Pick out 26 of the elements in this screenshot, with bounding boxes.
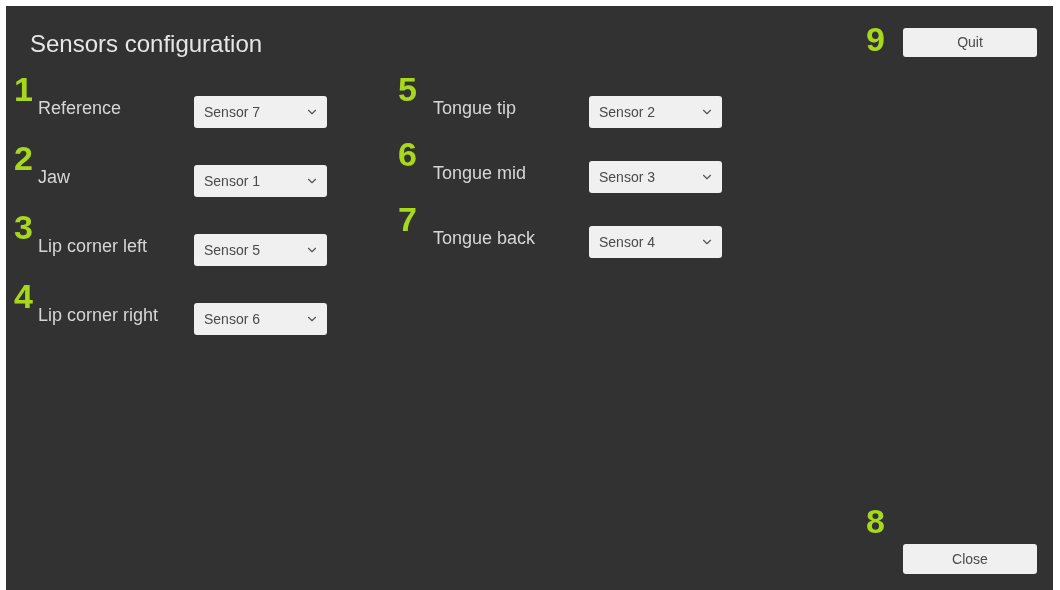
- sensor-dropdown[interactable]: Sensor 5: [194, 234, 327, 266]
- sensor-label: Jaw: [38, 166, 70, 189]
- callout-number: 6: [398, 137, 417, 171]
- sensor-dropdown[interactable]: Sensor 3: [589, 161, 722, 193]
- window-title: Sensors configuration: [30, 30, 263, 57]
- sensor-dropdown[interactable]: Sensor 7: [194, 96, 327, 128]
- callout-number: 2: [14, 141, 33, 175]
- sensor-label: Lip corner left: [38, 235, 148, 258]
- callout-number: 4: [14, 279, 33, 313]
- sensor-label: Lip corner right: [38, 304, 159, 327]
- callout-number: 7: [398, 202, 417, 236]
- sensor-label: Tongue tip: [433, 97, 517, 120]
- close-button[interactable]: Close: [903, 544, 1037, 574]
- callout-number: 1: [14, 72, 33, 106]
- sensor-dropdown[interactable]: Sensor 2: [589, 96, 722, 128]
- callout-number: 8: [866, 504, 886, 538]
- callout-number: 3: [14, 210, 33, 244]
- sensor-label: Reference: [38, 97, 122, 120]
- callout-number: 9: [866, 22, 885, 56]
- sensor-dropdown[interactable]: Sensor 6: [194, 303, 327, 335]
- sensor-dropdown[interactable]: Sensor 4: [589, 226, 722, 258]
- sensor-label: Tongue back: [433, 227, 536, 250]
- sensor-label: Tongue mid: [433, 162, 527, 185]
- quit-button[interactable]: Quit: [903, 28, 1037, 57]
- callout-number: 5: [398, 72, 417, 106]
- sensor-dropdown[interactable]: Sensor 1: [194, 165, 327, 197]
